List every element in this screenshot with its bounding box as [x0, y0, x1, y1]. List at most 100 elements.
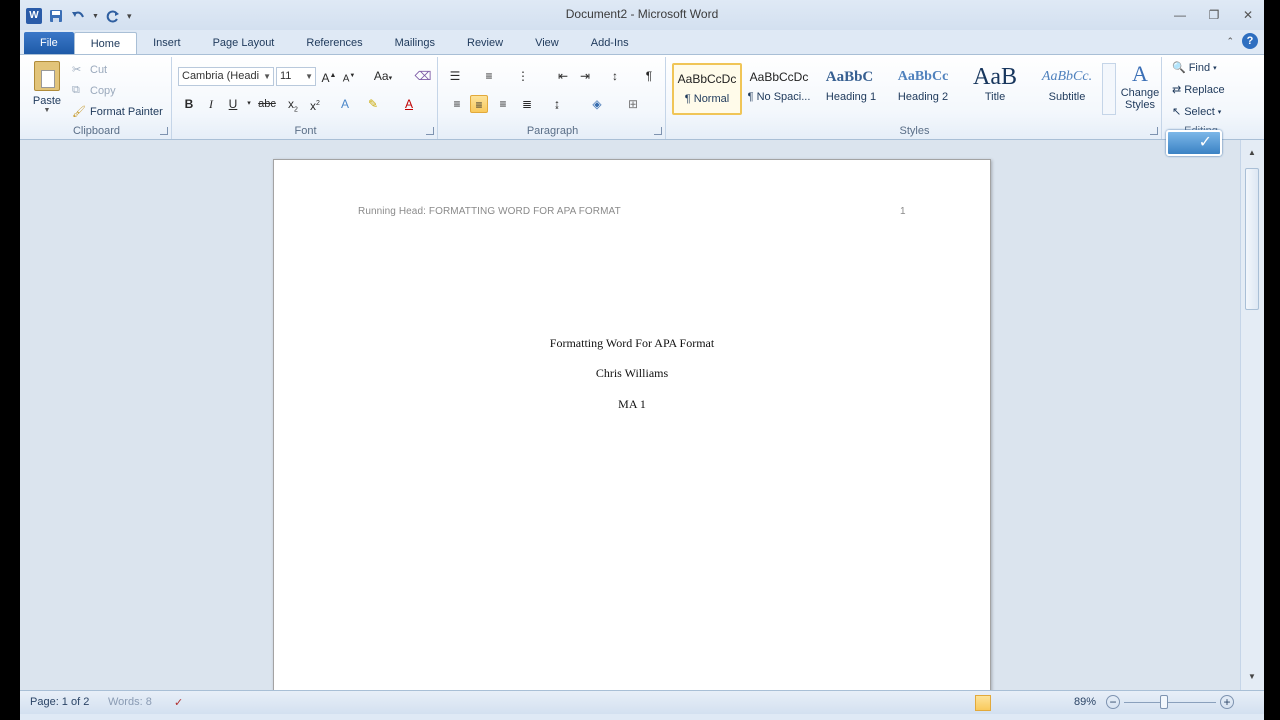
- highlight-icon[interactable]: ✎: [364, 95, 382, 113]
- tab-references[interactable]: References: [290, 32, 378, 54]
- chevron-down-icon: ▼: [305, 72, 313, 81]
- line-spacing-icon[interactable]: ↨: [548, 95, 566, 113]
- style-normal[interactable]: AaBbCcDc ¶ Normal: [672, 63, 742, 115]
- zoom-level[interactable]: 89%: [1074, 696, 1096, 708]
- chevron-down-icon: ▼: [263, 72, 271, 81]
- view-buttons: [975, 695, 1071, 711]
- minimize-ribbon-icon[interactable]: ⌃: [1226, 36, 1234, 47]
- style-heading-1[interactable]: AaBbC Heading 1: [816, 63, 886, 115]
- clear-formatting-icon[interactable]: ⌫: [414, 67, 432, 85]
- binoculars-icon: 🔍: [1172, 62, 1186, 74]
- multilevel-list-icon[interactable]: ⋮: [514, 67, 532, 85]
- style-name: ¶ No Spaci...: [747, 91, 811, 103]
- help-icon[interactable]: ?: [1242, 33, 1258, 49]
- strikethrough-icon[interactable]: abc: [258, 95, 276, 113]
- font-size-combo[interactable]: 11 ▼: [276, 67, 316, 86]
- replace-button[interactable]: ⇄ Replace: [1172, 83, 1225, 97]
- web-layout-icon[interactable]: [1015, 695, 1031, 711]
- paste-dropdown-icon[interactable]: ▼: [30, 107, 64, 114]
- underline-dropdown-icon[interactable]: ▾: [240, 95, 258, 113]
- scroll-down-icon[interactable]: ▼: [1245, 672, 1259, 686]
- view-ruler-icon[interactable]: ✓: [1166, 130, 1222, 156]
- show-formatting-icon[interactable]: ¶: [640, 67, 658, 85]
- style-title[interactable]: AaB Title: [960, 63, 1030, 115]
- change-styles-label: Change Styles: [1120, 87, 1160, 111]
- align-left-icon[interactable]: ≡: [448, 95, 466, 113]
- replace-label: Replace: [1184, 83, 1225, 96]
- decrease-indent-icon[interactable]: ⇤: [554, 67, 572, 85]
- italic-icon[interactable]: I: [202, 95, 220, 113]
- page-count[interactable]: Page: 1 of 2: [30, 696, 89, 708]
- print-layout-icon[interactable]: [975, 695, 991, 711]
- tab-view[interactable]: View: [519, 32, 575, 54]
- full-screen-reading-icon[interactable]: [995, 695, 1011, 711]
- increase-indent-icon[interactable]: ⇥: [576, 67, 594, 85]
- font-name-combo[interactable]: Cambria (Headi ▼: [178, 67, 274, 86]
- tab-add-ins[interactable]: Add-Ins: [575, 32, 645, 54]
- copy-icon: ⧉: [72, 84, 80, 96]
- text-effects-icon[interactable]: A: [336, 95, 354, 113]
- proofing-icon[interactable]: ✓: [174, 696, 183, 709]
- minimize-icon[interactable]: —: [1170, 6, 1190, 24]
- style-heading-2[interactable]: AaBbCc Heading 2: [888, 63, 958, 115]
- format-painter-label: Format Painter: [90, 106, 163, 118]
- zoom-in-icon[interactable]: +: [1220, 695, 1234, 709]
- tab-page-layout[interactable]: Page Layout: [197, 32, 291, 54]
- justify-icon[interactable]: ≣: [518, 95, 536, 113]
- borders-icon[interactable]: ⊞: [624, 95, 642, 113]
- styles-launcher-icon[interactable]: [1150, 127, 1158, 135]
- maximize-icon[interactable]: ❐: [1204, 6, 1224, 24]
- tab-review[interactable]: Review: [451, 32, 519, 54]
- tab-mailings[interactable]: Mailings: [379, 32, 451, 54]
- clipboard-launcher-icon[interactable]: [160, 127, 168, 135]
- draft-icon[interactable]: [1055, 695, 1071, 711]
- paragraph-launcher-icon[interactable]: [654, 127, 662, 135]
- word-count[interactable]: Words: 8: [108, 696, 152, 708]
- tab-home[interactable]: Home: [73, 32, 138, 54]
- scroll-thumb[interactable]: [1245, 168, 1259, 310]
- copy-button[interactable]: ⧉ Copy: [72, 84, 116, 98]
- superscript-icon[interactable]: x2: [306, 95, 324, 113]
- paragraph-group-label: Paragraph: [526, 125, 579, 137]
- align-center-icon[interactable]: ≡: [470, 95, 488, 113]
- font-launcher-icon[interactable]: [426, 127, 434, 135]
- find-button[interactable]: 🔍 Find ▾: [1172, 61, 1217, 75]
- change-case-icon[interactable]: Aa▾: [370, 67, 396, 85]
- document-page[interactable]: Running Head: FORMATTING WORD FOR APA FO…: [273, 159, 991, 699]
- select-button[interactable]: ↖ Select ▾: [1172, 105, 1221, 119]
- align-right-icon[interactable]: ≡: [494, 95, 512, 113]
- style-no-spacing[interactable]: AaBbCcDc ¶ No Spaci...: [744, 63, 814, 115]
- close-icon[interactable]: ✕: [1238, 6, 1258, 24]
- change-styles-button[interactable]: A Change Styles: [1120, 61, 1160, 111]
- bold-icon[interactable]: B: [180, 95, 198, 113]
- numbering-icon[interactable]: ≡: [480, 67, 498, 85]
- subscript-icon[interactable]: x2: [284, 95, 302, 113]
- shading-icon[interactable]: ◈: [588, 95, 606, 113]
- grow-font-icon[interactable]: A▲: [320, 67, 338, 85]
- outline-icon[interactable]: [1035, 695, 1051, 711]
- style-subtitle[interactable]: AaBbCc. Subtitle: [1032, 63, 1102, 115]
- sort-icon[interactable]: ↕: [606, 67, 624, 85]
- paste-button[interactable]: Paste ▼: [30, 61, 64, 114]
- change-styles-icon: A: [1132, 61, 1148, 86]
- zoom-out-icon[interactable]: −: [1106, 695, 1120, 709]
- window-title: Document2 - Microsoft Word: [565, 7, 719, 21]
- styles-gallery-scroll[interactable]: [1102, 63, 1116, 115]
- tab-file[interactable]: File: [24, 32, 74, 54]
- style-sample: AaB: [973, 64, 1017, 90]
- copy-label: Copy: [90, 85, 116, 97]
- shrink-font-icon[interactable]: A▼: [340, 67, 358, 85]
- zoom-slider-thumb[interactable]: [1160, 695, 1168, 709]
- bullets-icon[interactable]: ☰: [446, 67, 464, 85]
- tab-insert[interactable]: Insert: [137, 32, 197, 54]
- zoom-slider-track[interactable]: [1124, 702, 1216, 703]
- scroll-up-icon[interactable]: ▲: [1245, 148, 1259, 162]
- clipboard-group-label: Clipboard: [72, 125, 121, 137]
- font-color-icon[interactable]: A: [400, 95, 418, 113]
- paintbrush-icon: 🖌: [72, 106, 86, 118]
- vertical-scrollbar[interactable]: ▲ ▼: [1240, 140, 1264, 690]
- ribbon-tabs: File Home Insert Page Layout References …: [20, 30, 1264, 54]
- font-size-value: 11: [280, 70, 292, 82]
- cut-button[interactable]: ✂ Cut: [72, 63, 107, 77]
- format-painter-button[interactable]: 🖌 Format Painter: [72, 105, 163, 119]
